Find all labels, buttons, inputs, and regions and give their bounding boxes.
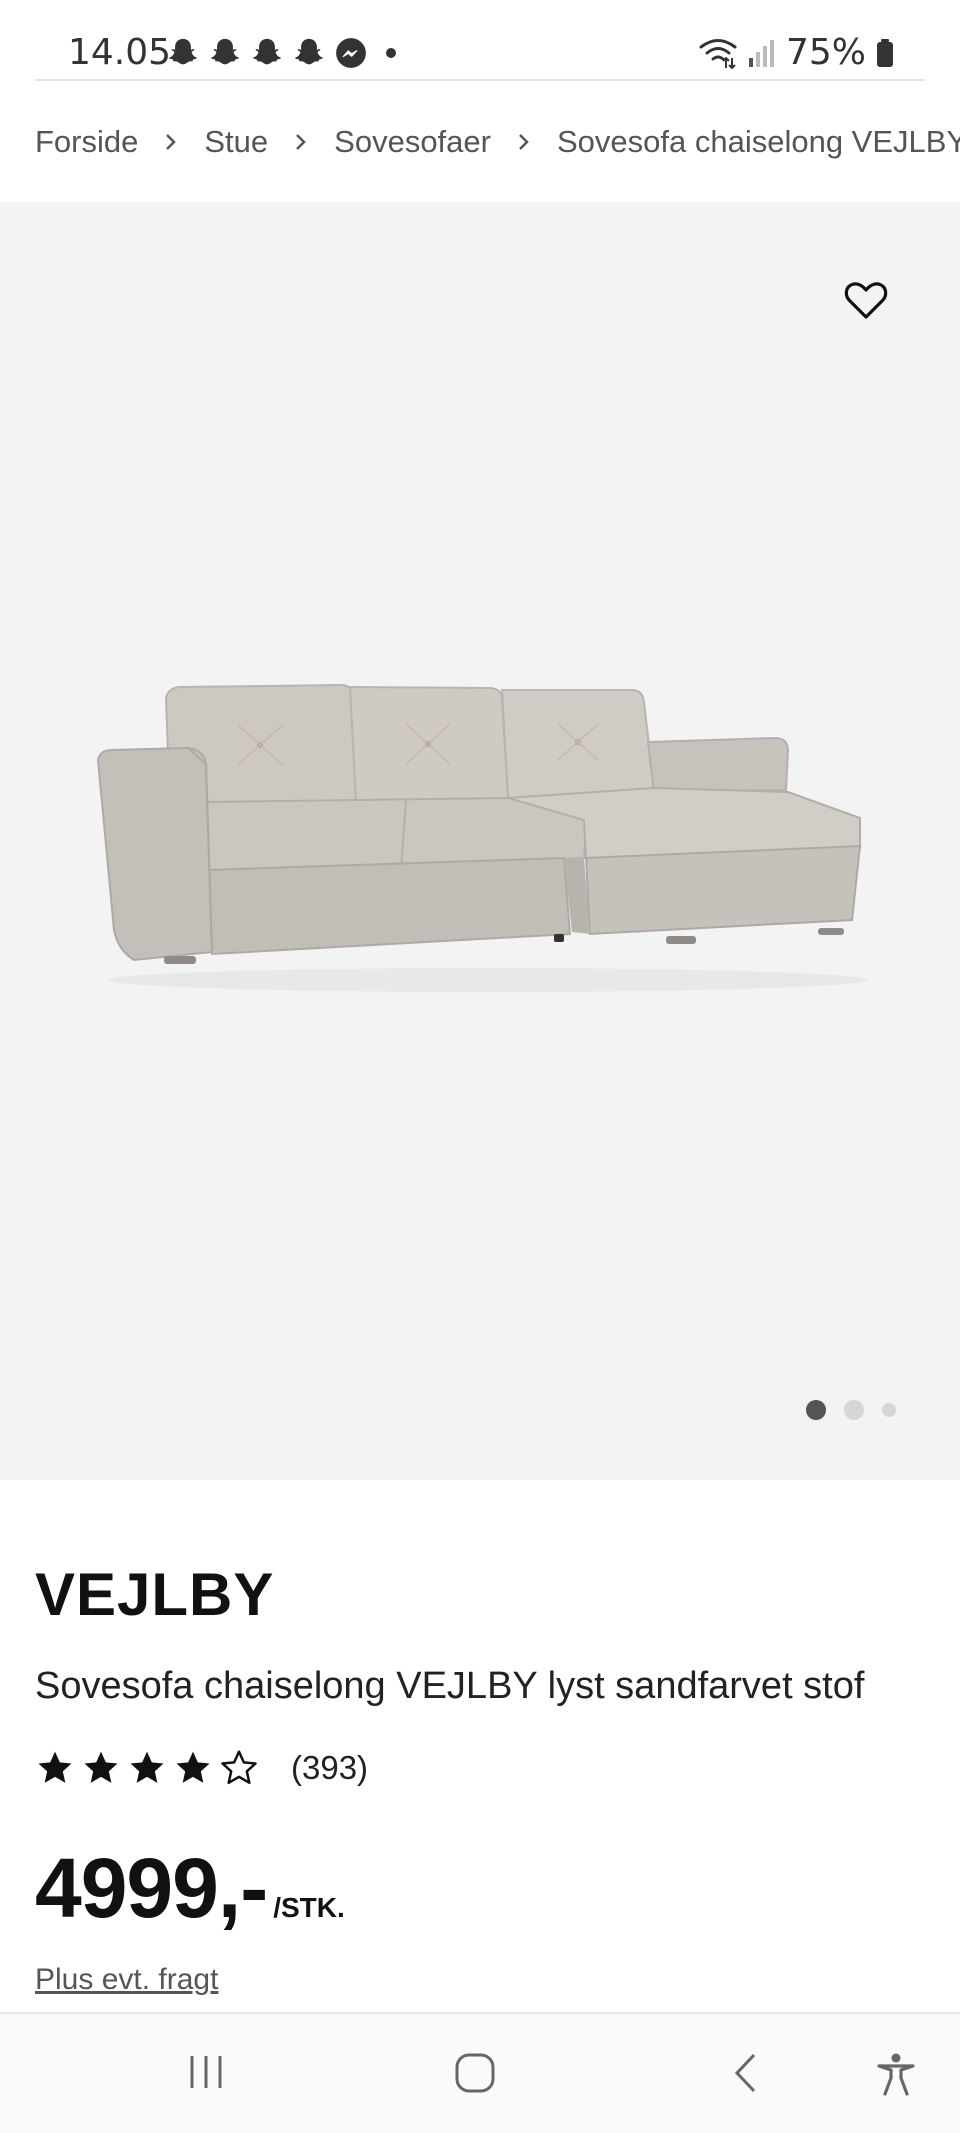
price-amount: 4999,- <box>35 1841 268 1935</box>
status-bar: 14.05 75% <box>0 0 960 81</box>
gallery-dot-active[interactable] <box>806 1400 826 1420</box>
accessibility-icon <box>877 2053 915 2096</box>
product-price: 4999,- /STK. <box>35 1840 345 1937</box>
chevron-right-icon <box>294 131 308 153</box>
recent-apps-icon <box>190 2056 222 2088</box>
product-name: Sovesofa chaiselong VEJLBY lyst sandfarv… <box>35 1665 865 1707</box>
more-notifications-dot <box>386 48 396 58</box>
star-filled-icon <box>176 1751 210 1783</box>
star-filled-icon <box>84 1751 118 1783</box>
freight-info-link[interactable]: Plus evt. fragt <box>35 1963 218 1997</box>
star-empty-icon <box>221 1750 257 1785</box>
snapchat-icon <box>169 38 197 65</box>
chevron-right-icon <box>517 131 531 153</box>
wifi-icon <box>699 38 737 69</box>
star-filled-icon <box>38 1751 72 1783</box>
recent-apps-button[interactable] <box>186 2052 226 2092</box>
status-indicators: 75% <box>698 32 894 73</box>
product-rating[interactable]: (393) <box>35 1748 368 1788</box>
snapchat-icon <box>253 38 281 65</box>
gallery-dot[interactable] <box>844 1400 864 1420</box>
home-icon <box>455 2053 495 2093</box>
snapchat-icon <box>211 38 239 65</box>
sofa-product-image <box>96 683 868 992</box>
battery-icon <box>877 38 893 67</box>
messenger-icon <box>336 38 366 68</box>
accessibility-button[interactable] <box>876 2052 916 2096</box>
star-filled-icon <box>130 1751 164 1783</box>
snapchat-icon <box>295 38 323 65</box>
gallery-dot[interactable] <box>882 1403 896 1417</box>
home-button[interactable] <box>454 2052 496 2094</box>
heart-icon[interactable] <box>842 276 890 324</box>
battery-percent: 75% <box>785 32 866 73</box>
status-divider <box>35 79 925 81</box>
gallery-pagination[interactable] <box>806 1400 896 1420</box>
back-icon <box>734 2053 756 2093</box>
breadcrumb-item-sovesofaer[interactable]: Sovesofaer <box>334 124 491 160</box>
signal-icon <box>748 39 774 67</box>
breadcrumb-item-forside[interactable]: Forside <box>35 124 138 160</box>
breadcrumb: Forside Stue Sovesofaer Sovesofa chaisel… <box>35 124 960 160</box>
back-button[interactable] <box>732 2052 760 2094</box>
status-time: 14.05 <box>68 32 172 73</box>
review-count[interactable]: (393) <box>291 1749 368 1787</box>
breadcrumb-item-stue[interactable]: Stue <box>204 124 268 160</box>
notification-icons <box>166 36 396 70</box>
chevron-right-icon <box>164 131 178 153</box>
breadcrumb-item-current: Sovesofa chaiselong VEJLBY <box>556 124 960 159</box>
system-navigation-bar <box>0 2012 960 2133</box>
product-brand: VEJLBY <box>35 1561 275 1628</box>
price-unit: /STK. <box>273 1892 345 1923</box>
